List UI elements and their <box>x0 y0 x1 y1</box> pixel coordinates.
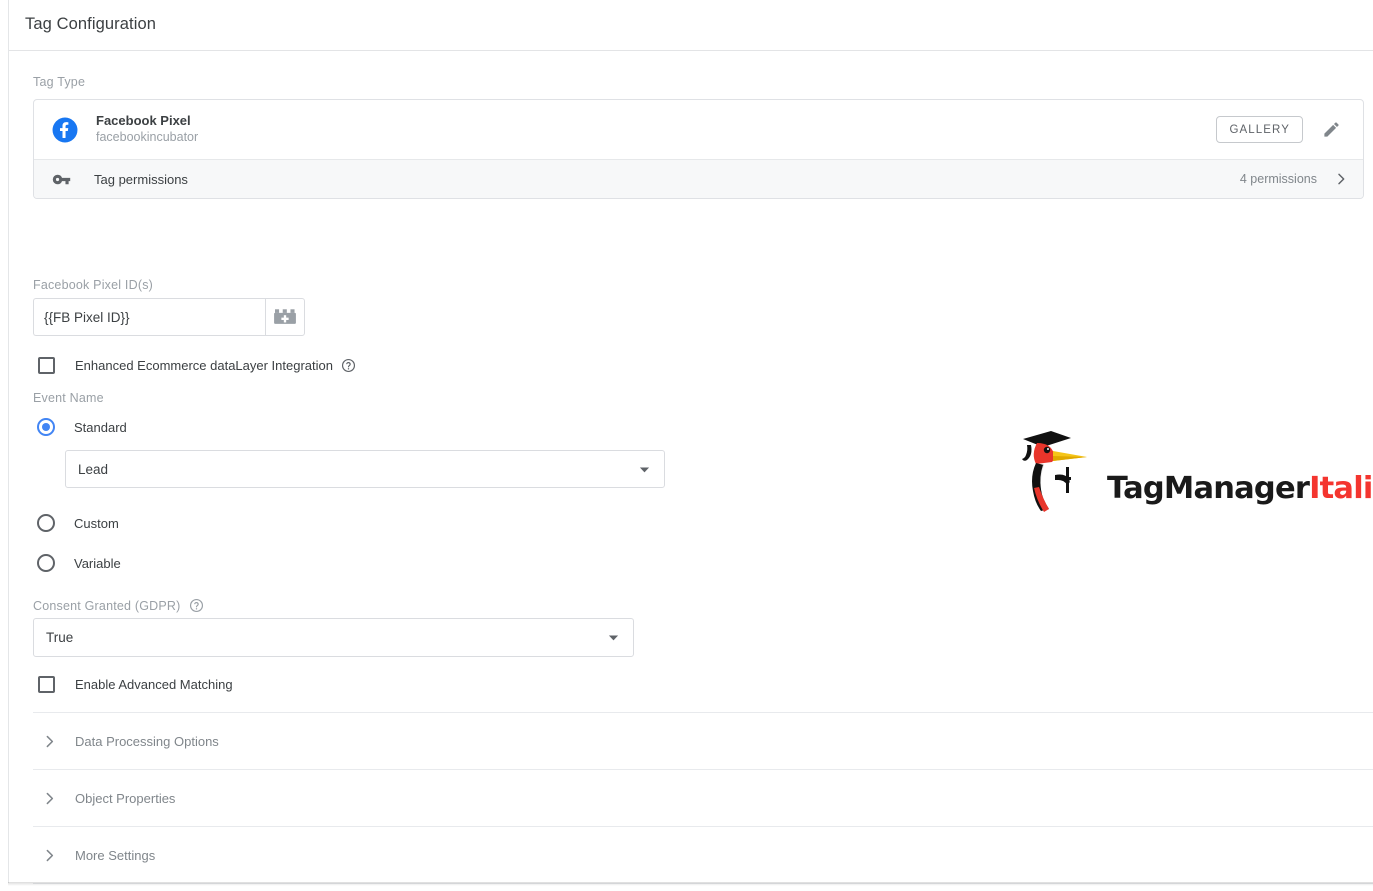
accordion-item-data-processing-options[interactable]: Data Processing Options <box>33 712 1373 769</box>
tag-type-text: Facebook Pixel facebookincubator <box>96 113 1216 146</box>
watermark-text-accent: Italia <box>1309 471 1373 506</box>
watermark-text: TagManagerItalia <box>1107 471 1373 506</box>
tag-type-name: Facebook Pixel <box>96 113 191 128</box>
event-name-option-variable[interactable]: Variable <box>37 554 121 572</box>
chevron-right-icon <box>1333 171 1349 187</box>
help-circle-icon[interactable] <box>189 598 204 613</box>
consent-label: Consent Granted (GDPR) <box>33 598 181 613</box>
panel-bottom-shadow <box>8 882 1373 886</box>
insert-variable-icon[interactable] <box>265 298 305 336</box>
event-name-option-standard[interactable]: Standard <box>37 418 127 436</box>
accordion-label: Object Properties <box>75 790 176 806</box>
tag-type-card: Facebook Pixel facebookincubator GALLERY <box>33 99 1364 199</box>
chevron-right-icon <box>39 790 59 807</box>
pixel-id-row <box>33 298 305 336</box>
pencil-icon[interactable] <box>1317 116 1345 144</box>
chevron-right-icon <box>39 847 59 864</box>
enhanced-ecommerce-row: Enhanced Ecommerce dataLayer Integration <box>38 357 356 374</box>
accordion-item-more-settings[interactable]: More Settings <box>33 826 1373 883</box>
tag-type-row[interactable]: Facebook Pixel facebookincubator GALLERY <box>34 100 1363 159</box>
radio-standard[interactable] <box>37 418 55 436</box>
tag-type-vendor: facebookincubator <box>96 130 199 144</box>
radio-variable[interactable] <box>37 554 55 572</box>
tag-type-label: Tag Type <box>33 75 86 89</box>
event-name-option-custom[interactable]: Custom <box>37 514 119 532</box>
advanced-matching-row: Enable Advanced Matching <box>38 676 233 693</box>
radio-custom[interactable] <box>37 514 55 532</box>
tag-configuration-screen: Tag Configuration Tag Type Facebook Pixe… <box>0 0 1373 891</box>
radio-variable-label: Variable <box>74 555 121 571</box>
woodpecker-graduate-logo <box>1022 431 1087 512</box>
radio-standard-label: Standard <box>74 419 127 435</box>
tag-configuration-panel: Tag Configuration Tag Type Facebook Pixe… <box>8 0 1373 884</box>
accordion-item-object-properties[interactable]: Object Properties <box>33 769 1373 826</box>
accordion-label: More Settings <box>75 847 156 863</box>
tagmanageritalia-watermark: TagManagerItalia <box>1009 423 1373 528</box>
settings-accordion: Data Processing Options Object Propertie… <box>9 712 1373 891</box>
tag-permissions-row[interactable]: Tag permissions 4 permissions <box>34 159 1363 198</box>
help-circle-icon[interactable] <box>341 358 356 373</box>
event-name-label: Event Name <box>33 391 104 405</box>
advanced-matching-label: Enable Advanced Matching <box>75 677 233 692</box>
key-icon <box>52 170 74 189</box>
enhanced-ecommerce-checkbox[interactable] <box>38 357 55 374</box>
tag-permissions-label: Tag permissions <box>94 171 188 187</box>
chevron-right-icon <box>39 733 59 750</box>
pixel-id-input[interactable] <box>33 298 265 336</box>
standard-event-value: Lead <box>78 461 109 477</box>
consent-label-row: Consent Granted (GDPR) <box>33 598 204 613</box>
consent-value: True <box>46 630 74 645</box>
radio-custom-label: Custom <box>74 515 119 531</box>
accordion-label: Data Processing Options <box>75 733 219 749</box>
facebook-icon <box>52 117 78 143</box>
enhanced-ecommerce-label: Enhanced Ecommerce dataLayer Integration <box>75 358 333 373</box>
consent-select[interactable]: True <box>33 618 634 657</box>
page-title: Tag Configuration <box>25 15 157 33</box>
triangle-down-icon <box>607 632 619 644</box>
standard-event-select[interactable]: Lead <box>65 450 665 488</box>
panel-header: Tag Configuration <box>9 0 1373 51</box>
pixel-id-label: Facebook Pixel ID(s) <box>33 278 154 292</box>
watermark-text-primary: TagManager <box>1107 471 1310 506</box>
triangle-down-icon <box>638 463 650 475</box>
tag-permissions-count: 4 permissions <box>1239 172 1317 186</box>
advanced-matching-checkbox[interactable] <box>38 676 55 693</box>
gallery-button[interactable]: GALLERY <box>1216 116 1303 143</box>
